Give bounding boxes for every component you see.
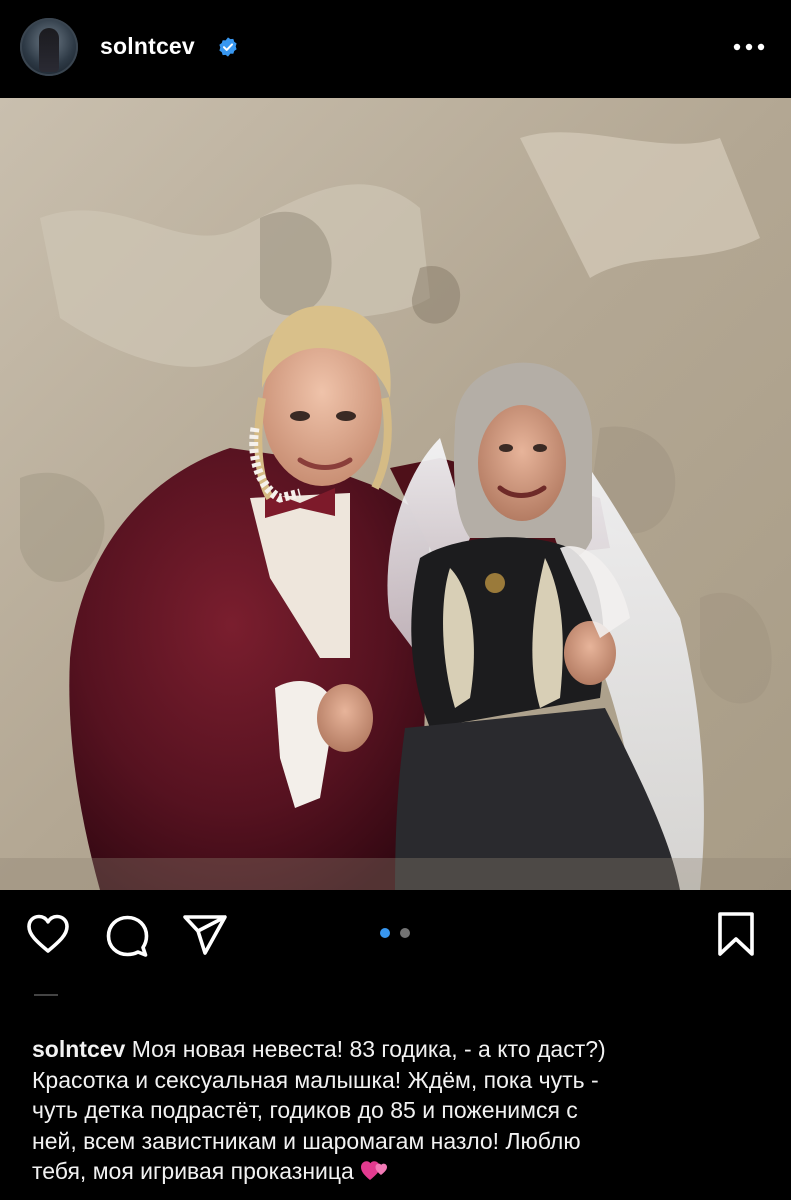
- comment-icon[interactable]: [103, 910, 151, 958]
- two-hearts-emoji-icon: [360, 1161, 387, 1180]
- bookmark-icon[interactable]: [712, 910, 760, 958]
- carousel-indicator: [378, 928, 414, 938]
- caption-username[interactable]: solntcev: [32, 1036, 125, 1062]
- caption-text-line-1: Моя новая невеста! 83 годика, - а кто да…: [131, 1036, 606, 1062]
- more-horizontal-icon[interactable]: [731, 36, 767, 58]
- caption-text-line-4: ней, всем завистникам и шаромагам назло!…: [32, 1127, 581, 1154]
- carousel-dot: [400, 928, 410, 938]
- heart-icon[interactable]: [24, 910, 72, 958]
- caption-text-line-2: Красотка и сексуальная малышка! Ждём, по…: [32, 1066, 599, 1093]
- post-photo[interactable]: [0, 98, 791, 890]
- liked-by-placeholder: [32, 988, 62, 996]
- verified-badge-icon: [219, 37, 237, 57]
- avatar[interactable]: [20, 18, 78, 76]
- avatar-figure: [39, 28, 59, 72]
- carousel-dot-active: [380, 928, 390, 938]
- caption: solntcev Моя новая невеста! 83 годика, -…: [32, 1034, 767, 1187]
- send-icon[interactable]: [181, 910, 229, 958]
- post-header: solntcev: [0, 0, 791, 98]
- caption-text-line-3: чуть детка подрастёт, годиков до 85 и по…: [32, 1097, 578, 1123]
- caption-text-line-5: тебя, моя игривая проказница: [32, 1158, 354, 1184]
- photo-illustration: [0, 98, 791, 890]
- username[interactable]: solntcev: [100, 33, 195, 60]
